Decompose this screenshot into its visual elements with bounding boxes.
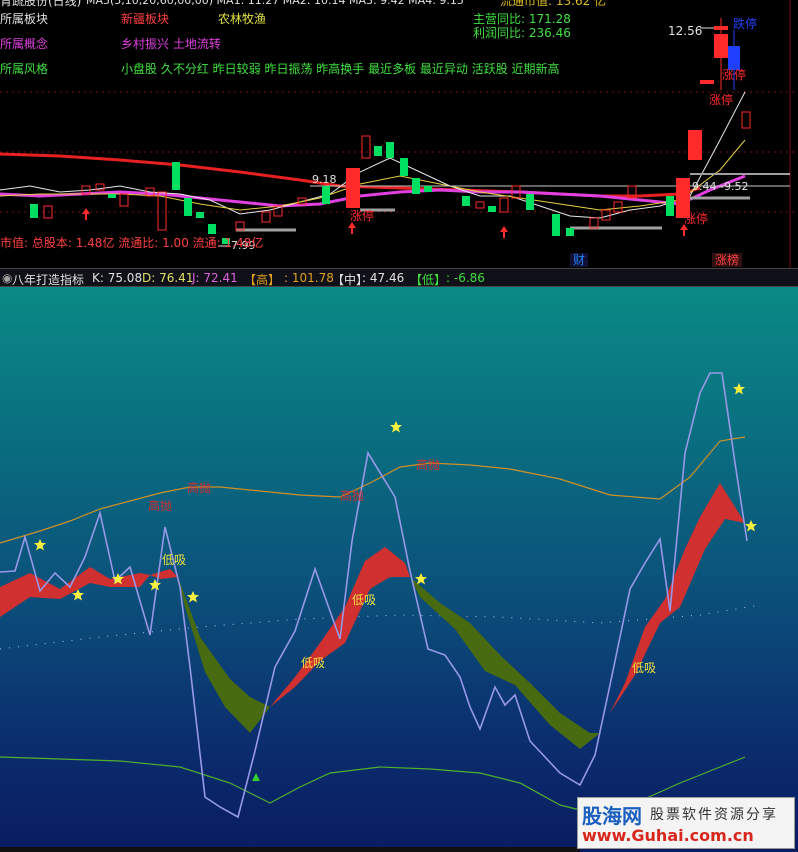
footer-info: 市值: 总股本: 1.48亿 流通比: 1.00 流通: 1.48亿 (0, 236, 264, 250)
site-watermark: 股海网 股票软件资源分享 www.Guhai.com.cn (577, 797, 795, 849)
finance-tag[interactable]: 财 (570, 253, 589, 267)
sell-signal-label: 高抛 (340, 489, 365, 503)
low-value: : -6.86 (446, 271, 485, 285)
industry-label: 所属板块 (0, 12, 49, 26)
limit-up-marker (714, 26, 728, 30)
collapse-icon[interactable]: ◉ (2, 271, 12, 285)
buy-signal-label: 低吸 (301, 656, 326, 670)
kline-chart[interactable] (0, 0, 798, 268)
ribbon-red (0, 567, 150, 617)
high-label: 【高】 (244, 273, 281, 287)
ma-header: MA5(5,10,20,60,00,00) MA1: 11.27 MA2: 10… (86, 0, 464, 7)
ma-mid-line (0, 174, 746, 208)
buy-signal-label: 低吸 (352, 593, 377, 607)
concept-value[interactable]: 乡村振兴 土地流转 (121, 37, 221, 51)
mid-value: : 47.46 (362, 271, 405, 285)
kline-panel[interactable]: 青蔬股份(日线) MA5(5,10,20,60,00,00) MA1: 11.2… (0, 0, 798, 268)
circ-cap: 流通市值: 13.62 亿 (500, 0, 607, 8)
indicator-chart[interactable] (0, 287, 798, 852)
watermark-url: www.Guhai.com.cn (582, 826, 754, 845)
ribbon-red (150, 569, 178, 579)
sell-signal-label: 高抛 (416, 458, 441, 472)
limit-up-marker (700, 80, 714, 84)
ribbon-red (270, 547, 410, 707)
buy-signal-label: 低吸 (632, 661, 657, 675)
k-value: K: 75.08 (92, 271, 143, 285)
style-value[interactable]: 小盘股 久不分红 昨日较弱 昨日振荡 昨高换手 最近多板 最近异动 活跃股 近期… (121, 62, 560, 76)
sell-signal-label: 高抛 (148, 499, 173, 513)
indicator-header[interactable]: ◉ 八年打造指标 K: 75.08 D: 76.41 J: 72.41 【高】 … (0, 268, 798, 287)
concept-label: 所属概念 (0, 37, 49, 51)
price-high-label: 12.56 (668, 24, 703, 38)
limit-up-tag: 涨停 (709, 93, 734, 107)
upper-band-line (0, 436, 746, 544)
j-value: J: 72.41 (192, 271, 238, 285)
industry-value-2[interactable]: 农林牧渔 (218, 12, 266, 26)
d-value: D: 76.41 (142, 271, 194, 285)
green-triangle-icon (252, 773, 260, 781)
style-label: 所属风格 (0, 62, 49, 76)
price-918-label: 9.18 (312, 173, 337, 186)
limit-down-tag: 跌停 (733, 17, 758, 31)
low-label: 【低】 (410, 273, 447, 287)
revenue-yoy: 主营同比: 171.28 (473, 12, 571, 26)
limit-up-tag: 涨停 (722, 68, 747, 82)
watermark-logo: 股海网 (582, 804, 642, 828)
indicator-panel[interactable]: 高抛 高抛 高抛 高抛 低吸 低吸 低吸 低吸 (0, 287, 798, 852)
profit-yoy: 利润同比: 236.46 (473, 26, 571, 40)
price-944-label: 9.44 -9.52 (692, 180, 749, 193)
limit-up-tag: 涨停 (350, 209, 375, 223)
chart-title: 青蔬股份(日线) (0, 0, 82, 8)
indicator-name[interactable]: 八年打造指标 (12, 271, 84, 288)
gain-rank-tag[interactable]: 涨榜 (712, 253, 743, 267)
ribbon-red (600, 483, 745, 733)
limit-up-tag: 涨停 (684, 212, 709, 226)
industry-value-1[interactable]: 新疆板块 (121, 12, 169, 26)
sell-signal-label: 高抛 (187, 481, 212, 495)
buy-signal-label: 低吸 (162, 553, 187, 567)
high-value: : 101.78 (284, 271, 334, 285)
date-axis (0, 847, 580, 852)
ribbon-green (410, 577, 600, 749)
watermark-slogan: 股票软件资源分享 (650, 807, 778, 823)
